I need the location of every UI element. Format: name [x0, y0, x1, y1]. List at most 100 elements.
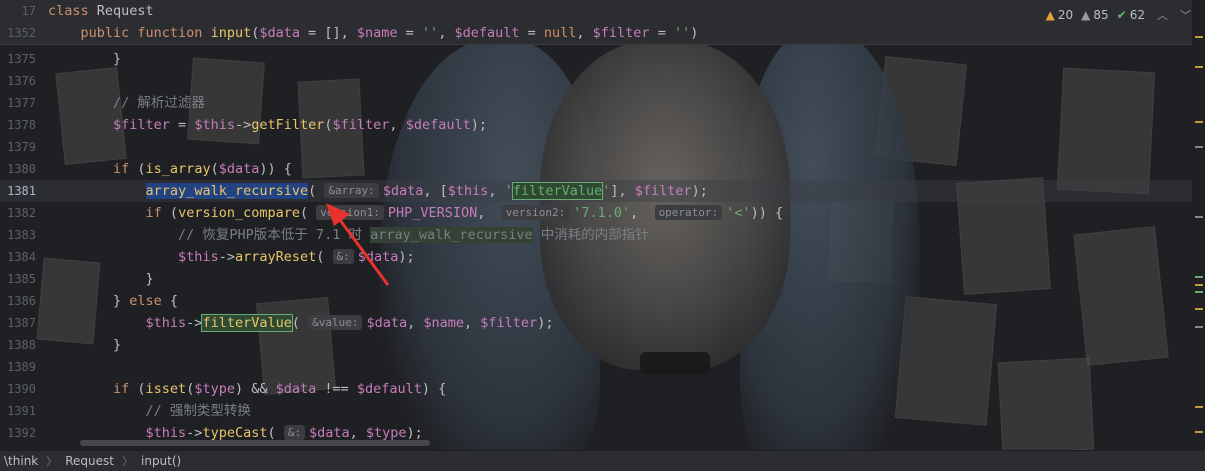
line-number[interactable]: 1377: [0, 92, 36, 114]
line-number[interactable]: 1391: [0, 400, 36, 422]
chevron-right-icon: 〉: [46, 455, 58, 468]
code-token: null: [543, 25, 577, 41]
code-token: ': [504, 183, 513, 199]
parameter-hint: operator:: [654, 205, 723, 220]
code-line[interactable]: 1378 $filter = $this->getFilter($filter,…: [0, 114, 1192, 136]
code-line[interactable]: 1390 if (isset($type) && $data !== $defa…: [0, 378, 1192, 400]
code-line[interactable]: 1380 if (is_array($data)) {: [0, 158, 1192, 180]
line-number[interactable]: 1392: [0, 422, 36, 444]
code-token: $filter: [480, 315, 538, 331]
code-token: $this: [447, 183, 489, 199]
line-number[interactable]: 1387: [0, 312, 36, 334]
breadcrumb-class[interactable]: Request: [65, 454, 114, 468]
code-token: // 强制类型转换: [48, 403, 251, 419]
code-token: typeCast: [202, 425, 268, 441]
code-line[interactable]: 1387 $this->filterValue( &value: $data, $…: [0, 312, 1192, 334]
line-number[interactable]: 1384: [0, 246, 36, 268]
code-token: (: [137, 381, 146, 397]
code-token: is_array: [145, 161, 211, 177]
code-token: }: [48, 337, 122, 353]
chevron-up-icon[interactable]: ︿: [1157, 7, 1168, 23]
line-number[interactable]: 1378: [0, 114, 36, 136]
code-token: (: [210, 161, 219, 177]
line-number[interactable]: 17: [0, 0, 36, 22]
code-token: );: [406, 425, 423, 441]
parameter-hint: version2:: [501, 205, 570, 220]
code-line[interactable]: 1391 // 强制类型转换: [0, 400, 1192, 422]
code-token: $default: [356, 381, 422, 397]
code-token: }: [48, 271, 154, 287]
code-line[interactable]: 1382 if (version_compare( version1: PHP_V…: [0, 202, 1192, 224]
code-token: }: [48, 51, 122, 67]
code-token: $this: [48, 425, 187, 441]
code-text: array_walk_recursive( &array: $data, [$th…: [48, 180, 708, 202]
code-line[interactable]: 1383 // 恢复PHP版本低于 7.1 时 array_walk_recur…: [0, 224, 1192, 246]
code-line[interactable]: 1379: [0, 136, 1192, 158]
code-line[interactable]: 1381 array_walk_recursive( &array: $data,…: [0, 180, 1192, 202]
code-token: $filter: [592, 25, 650, 41]
horizontal-scrollbar[interactable]: [80, 440, 430, 446]
code-editor[interactable]: 17 class Request 1352 public function inpu…: [0, 0, 1205, 450]
line-number[interactable]: 1375: [0, 48, 36, 70]
warnings-count[interactable]: ▲ 20: [1046, 8, 1074, 22]
line-number[interactable]: 1386: [0, 290, 36, 312]
code-line[interactable]: 1384 $this->arrayReset( &: $data);: [0, 246, 1192, 268]
code-token: $data: [259, 25, 300, 41]
code-token: (: [299, 205, 317, 221]
line-number[interactable]: 1385: [0, 268, 36, 290]
code-line[interactable]: 1375 }: [0, 48, 1192, 70]
line-number[interactable]: 1379: [0, 136, 36, 158]
code-token: class: [48, 3, 97, 19]
code-line[interactable]: 1389: [0, 356, 1192, 378]
code-token: $data: [275, 381, 317, 397]
breadcrumb-root[interactable]: \think: [4, 454, 38, 468]
code-text: public function input($data = [], $name …: [48, 22, 699, 44]
code-line[interactable]: 1385 }: [0, 268, 1192, 290]
code-line[interactable]: 1352 public function input($data = [], $…: [0, 22, 1192, 45]
code-text: } else {: [48, 290, 178, 312]
code-token: $filter: [48, 117, 170, 133]
code-token: input: [210, 25, 252, 41]
line-number[interactable]: 1388: [0, 334, 36, 356]
code-token: $this: [194, 117, 235, 133]
code-token: {: [161, 293, 179, 309]
line-number[interactable]: 1352: [0, 22, 36, 44]
warning-icon: ▲: [1045, 8, 1055, 22]
code-line[interactable]: 1377 // 解析过滤器: [0, 92, 1192, 114]
code-token: ,: [477, 205, 502, 221]
code-token: (: [267, 425, 284, 441]
code-text: if (version_compare( version1: PHP_VERSIO…: [48, 202, 783, 224]
inspection-widget[interactable]: ▲ 20 ▲ 85 ✔ 62 ︿ ﹀: [1046, 4, 1191, 26]
code-token: array_walk_recursive: [370, 227, 533, 243]
code-line[interactable]: 1388 }: [0, 334, 1192, 356]
chevron-down-icon[interactable]: ﹀: [1180, 7, 1191, 23]
code-line[interactable]: 1376: [0, 70, 1192, 92]
code-token: (: [324, 117, 333, 133]
weak-warnings-count[interactable]: ▲ 85: [1081, 8, 1109, 22]
line-number[interactable]: 1389: [0, 356, 36, 378]
code-token: $data: [308, 425, 350, 441]
line-number[interactable]: 1380: [0, 158, 36, 180]
line-number[interactable]: 1376: [0, 70, 36, 92]
code-token: ->: [234, 117, 252, 133]
code-token: );: [537, 315, 554, 331]
line-number[interactable]: 1381: [0, 180, 36, 202]
breadcrumb-method[interactable]: input(): [141, 454, 181, 468]
code-text: if (is_array($data)) {: [48, 158, 292, 180]
code-token: $filter: [634, 183, 692, 199]
typos-count[interactable]: ✔ 62: [1117, 8, 1145, 22]
line-number[interactable]: 1383: [0, 224, 36, 246]
line-number[interactable]: 1382: [0, 202, 36, 224]
code-token: if: [48, 205, 170, 221]
code-line[interactable]: 17 class Request: [0, 0, 1192, 23]
code-token: $data: [357, 249, 399, 265]
code-text: }: [48, 268, 154, 290]
code-token: , [: [423, 183, 448, 199]
code-token: isset: [145, 381, 187, 397]
code-token: ,: [488, 183, 505, 199]
line-number[interactable]: 1390: [0, 378, 36, 400]
code-line[interactable]: 1386 } else {: [0, 290, 1192, 312]
code-text: }: [48, 334, 121, 356]
code-token: (: [169, 205, 179, 221]
error-stripe[interactable]: [1192, 26, 1205, 446]
